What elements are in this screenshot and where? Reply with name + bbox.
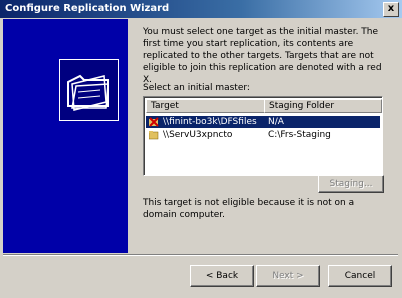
table-row[interactable]: \\finint-bo3k\DFSfiles N/A — [146, 116, 380, 128]
targets-list[interactable]: Target Staging Folder \\finint-bo3k\DFSf… — [143, 96, 383, 176]
select-master-label: Select an initial master: — [143, 83, 250, 93]
folder-share-icon — [148, 130, 159, 140]
table-row[interactable]: \\ServU3xpncto C:\Frs-Staging — [146, 129, 380, 141]
column-header-target[interactable]: Target — [146, 99, 265, 113]
next-button[interactable]: Next > — [256, 265, 320, 287]
ineligible-target-icon — [149, 117, 159, 127]
folder-icon — [59, 59, 119, 121]
target-path: \\ServU3xpncto — [163, 130, 233, 140]
cancel-button[interactable]: Cancel — [328, 265, 392, 287]
list-header: Target Staging Folder — [146, 99, 382, 113]
eligibility-note: This target is not eligible because it i… — [143, 198, 355, 220]
title-bar: Configure Replication Wizard x — [0, 0, 402, 18]
intro-text: You must select one target as the initia… — [143, 27, 382, 85]
close-button[interactable]: x — [383, 2, 399, 17]
column-header-staging-folder[interactable]: Staging Folder — [264, 99, 382, 113]
staging-folder: C:\Frs-Staging — [268, 130, 331, 140]
staging-button[interactable]: Staging... — [318, 175, 384, 193]
window-title: Configure Replication Wizard — [5, 3, 170, 14]
back-button[interactable]: < Back — [190, 265, 254, 287]
target-path: \\finint-bo3k\DFSfiles — [163, 117, 257, 127]
staging-folder: N/A — [268, 117, 284, 127]
wizard-side-panel — [3, 19, 128, 253]
divider — [3, 254, 398, 256]
